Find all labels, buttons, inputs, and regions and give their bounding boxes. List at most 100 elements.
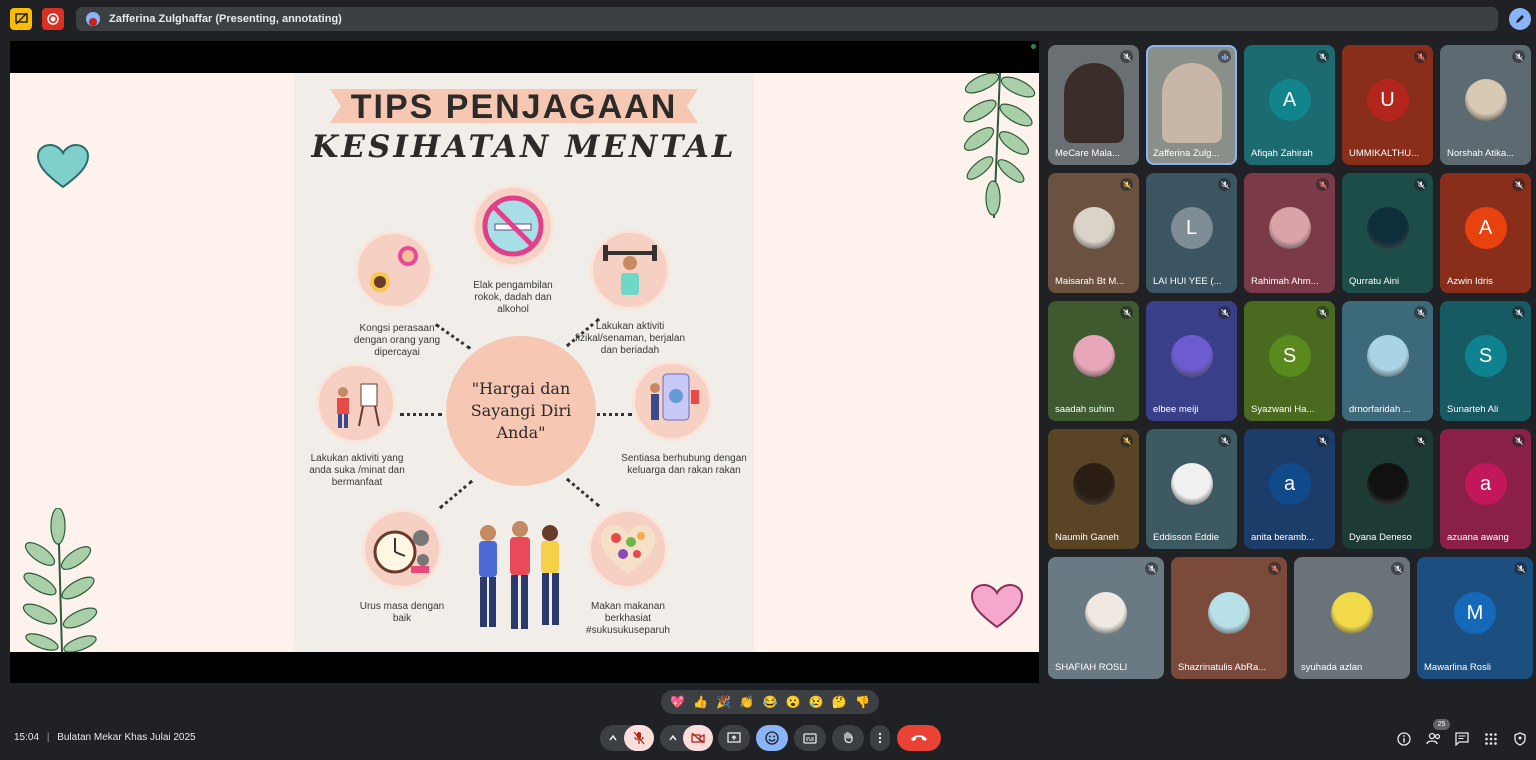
tip-caption: Lakukan aktiviti yang anda suka /minat d… xyxy=(309,453,405,488)
microphone-toggle-button[interactable] xyxy=(624,725,654,751)
activities-icon[interactable] xyxy=(1484,732,1498,746)
participant-tile[interactable]: S Sunarteh Ali xyxy=(1440,301,1531,421)
participant-tile[interactable]: U UMMIKALTHU... xyxy=(1342,45,1433,165)
participant-avatar: M xyxy=(1454,592,1496,634)
participant-name: anita beramb... xyxy=(1251,532,1315,543)
record-icon[interactable] xyxy=(42,8,64,30)
participant-photo-avatar xyxy=(1331,592,1373,634)
reaction-emoji[interactable]: 😮 xyxy=(786,695,801,709)
participant-name: Mawarlina Rosli xyxy=(1424,662,1492,673)
participant-photo-avatar xyxy=(1085,592,1127,634)
participant-tile[interactable]: a azuana awang xyxy=(1440,429,1531,549)
mic-muted-icon xyxy=(1316,50,1329,63)
participant-name: syuhada azlan xyxy=(1301,662,1363,673)
tip-caption: Makan makanan berkhasiat #sukusukuseparu… xyxy=(586,601,670,636)
participant-photo-avatar xyxy=(1464,79,1507,121)
participant-tile[interactable]: syuhada azlan xyxy=(1294,557,1410,679)
leaf-branch-bottom-left-icon xyxy=(22,508,98,652)
mic-muted-icon xyxy=(1145,562,1158,575)
slide-title-line2: KESIHATAN MENTAL xyxy=(311,129,737,165)
leave-call-button[interactable] xyxy=(897,725,941,751)
participant-tile[interactable]: Dyana Deneso xyxy=(1342,429,1433,549)
mic-muted-icon xyxy=(1414,306,1427,319)
mic-off-icon xyxy=(633,731,645,745)
mic-muted-icon xyxy=(1316,178,1329,191)
people-count-badge: 25 xyxy=(1433,719,1450,730)
people-icon xyxy=(1426,732,1441,745)
participant-tile[interactable]: S Syazwani Ha... xyxy=(1244,301,1335,421)
participant-name: Dyana Deneso xyxy=(1349,532,1412,543)
reactions-button[interactable] xyxy=(756,725,788,751)
participant-tile[interactable]: Maisarah Bt M... xyxy=(1048,173,1139,293)
friends-group-illustration xyxy=(479,521,559,629)
participant-name: elbee meiji xyxy=(1153,404,1199,415)
camera-toggle-button[interactable] xyxy=(683,725,713,751)
speaking-indicator-icon xyxy=(1218,50,1231,63)
participant-video xyxy=(1063,63,1124,143)
participant-tile[interactable]: a anita beramb... xyxy=(1244,429,1335,549)
raise-hand-button[interactable] xyxy=(832,725,864,751)
chat-icon[interactable] xyxy=(1455,732,1469,746)
meeting-info: 15:04 | Bulatan Mekar Khas Julai 2025 xyxy=(14,732,196,743)
healthy-food-illustration xyxy=(588,509,668,589)
annotate-pen-icon[interactable] xyxy=(1509,8,1531,30)
info-icon[interactable] xyxy=(1397,732,1411,746)
participant-tile[interactable]: Eddisson Eddie xyxy=(1146,429,1237,549)
emoji-icon xyxy=(765,731,779,745)
mic-muted-icon xyxy=(1512,434,1525,447)
time-management-illustration xyxy=(362,509,442,589)
participant-tile[interactable]: A Azwin Idris xyxy=(1440,173,1531,293)
presentation-icon[interactable] xyxy=(10,8,32,30)
participant-avatar: a xyxy=(1464,463,1507,505)
participant-tile[interactable]: L LAI HUI YEE (... xyxy=(1146,173,1237,293)
reaction-emoji[interactable]: 👏 xyxy=(739,695,754,709)
participant-tile[interactable]: drnorfaridah ... xyxy=(1342,301,1433,421)
participant-name: azuana awang xyxy=(1447,532,1509,543)
mic-muted-icon xyxy=(1414,434,1427,447)
participant-name: saadah suhim xyxy=(1055,404,1115,415)
participant-avatar: S xyxy=(1268,335,1311,377)
reaction-emoji[interactable]: 😢 xyxy=(809,695,824,709)
bottom-bar: 15:04 | Bulatan Mekar Khas Julai 2025 25 xyxy=(0,715,1536,760)
reactions-bar: 💖 👍 🎉 👏 😂 😮 😢 🤔 👎 xyxy=(661,690,879,714)
reaction-emoji[interactable]: 👍 xyxy=(693,695,708,709)
participant-tile[interactable]: Rahimah Ahm... xyxy=(1244,173,1335,293)
mic-muted-icon xyxy=(1512,178,1525,191)
participant-name: Rahimah Ahm... xyxy=(1251,276,1319,287)
captions-button[interactable] xyxy=(794,725,826,751)
participant-tile[interactable]: Naumih Ganeh xyxy=(1048,429,1139,549)
mic-muted-icon xyxy=(1218,178,1231,191)
participant-tile[interactable]: Shazrinatulis AbRa... xyxy=(1171,557,1287,679)
reaction-emoji[interactable]: 🤔 xyxy=(832,695,847,709)
participant-tile[interactable]: Qurratu Aini xyxy=(1342,173,1433,293)
present-screen-icon xyxy=(727,732,741,743)
present-screen-button[interactable] xyxy=(718,725,750,751)
participant-tile[interactable]: elbee meiji xyxy=(1146,301,1237,421)
participant-tile[interactable]: saadah suhim xyxy=(1048,301,1139,421)
participant-tile[interactable]: Norshah Atika... xyxy=(1440,45,1531,165)
participant-tile[interactable]: A Afiqah Zahirah xyxy=(1244,45,1335,165)
host-controls-icon[interactable] xyxy=(1513,732,1527,746)
participant-photo-avatar xyxy=(1366,207,1409,249)
participant-photo-avatar xyxy=(1170,335,1213,377)
participant-avatar: L xyxy=(1170,207,1213,249)
slide: TIPS PENJAGAAN KESIHATAN MENTAL "Hargai … xyxy=(10,73,1039,652)
participant-name: Naumih Ganeh xyxy=(1055,532,1119,543)
exercise-illustration xyxy=(590,230,670,310)
tip-caption: Kongsi perasaan dengan orang yang diperc… xyxy=(353,323,441,358)
people-button[interactable]: 25 xyxy=(1424,719,1450,748)
camera-off-icon xyxy=(691,732,705,744)
reaction-emoji[interactable]: 👎 xyxy=(855,695,870,709)
teal-heart-icon xyxy=(36,143,90,189)
reaction-emoji[interactable]: 💖 xyxy=(670,695,685,709)
more-options-button[interactable] xyxy=(870,725,890,751)
participant-photo-avatar xyxy=(1170,463,1213,505)
participant-tile[interactable]: Zafferina Zulg... xyxy=(1146,45,1237,165)
reaction-emoji[interactable]: 😂 xyxy=(763,695,778,709)
participant-avatar: A xyxy=(1268,79,1311,121)
reaction-emoji[interactable]: 🎉 xyxy=(716,695,731,709)
participant-tile[interactable]: M Mawarlina Rosli xyxy=(1417,557,1533,679)
mic-muted-icon xyxy=(1218,306,1231,319)
participant-tile[interactable]: MeCare Mala... xyxy=(1048,45,1139,165)
participant-tile[interactable]: SHAFIAH ROSLI xyxy=(1048,557,1164,679)
